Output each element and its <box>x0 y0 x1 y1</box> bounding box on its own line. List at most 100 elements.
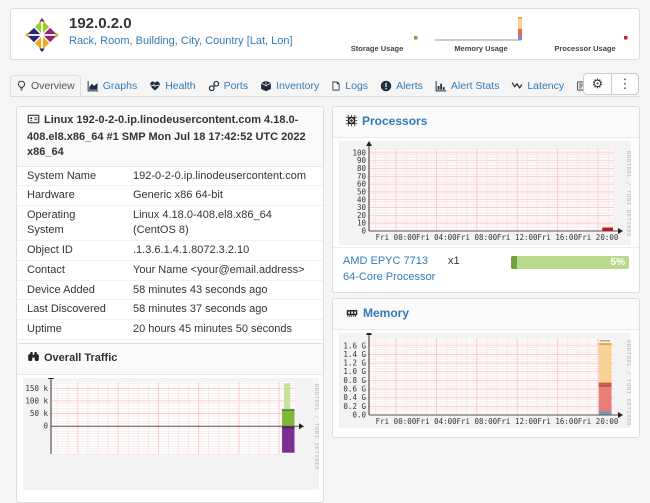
tab-overview[interactable]: Overview <box>10 75 81 97</box>
memory-icon <box>345 307 359 323</box>
heartbeat-icon <box>149 80 161 92</box>
tab-alert-stats[interactable]: Alert Stats <box>429 75 505 97</box>
system-info-row: Device Added58 minutes 43 seconds ago <box>17 280 323 300</box>
system-info-row: Uptime20 hours 45 minutes 50 seconds <box>17 320 323 340</box>
device-header-card: 192.0.2.0 Rack, Room, Building, City, Co… <box>10 8 640 60</box>
tab-label: Overview <box>31 80 75 92</box>
cpu-count: x1 <box>448 255 460 267</box>
svg-text:1.2 G: 1.2 G <box>343 359 366 368</box>
cpu-usage-fill <box>511 256 517 269</box>
info-label: Object ID <box>17 240 123 260</box>
memory-panel: Memory 1.6 G1.4 G1.2 G1.0 G0.8 G0.6 G0.4… <box>332 298 640 438</box>
info-label: Uptime <box>17 320 123 340</box>
bar-chart-icon <box>435 80 447 92</box>
info-label: Operating System <box>17 206 123 241</box>
svg-text:100 k: 100 k <box>25 396 48 405</box>
svg-text:Fri 08:00: Fri 08:00 <box>456 417 497 426</box>
system-info-row: System Name192-0-2-0.ip.linodeuserconten… <box>17 167 323 186</box>
traffic-panel-heading: Overall Traffic <box>17 344 323 375</box>
svg-text:Fri 16:00: Fri 16:00 <box>537 417 578 426</box>
svg-text:0.8 G: 0.8 G <box>343 376 366 385</box>
cpu-usage-label: 5% <box>611 256 625 269</box>
info-label: Device Added <box>17 280 123 300</box>
cpu-name-link[interactable]: AMD EPYC 7713 <box>343 255 428 267</box>
system-info-row: HardwareGeneric x86 64-bit <box>17 186 323 206</box>
processors-panel: Processors 1009080706050403020100Fri 00:… <box>332 106 640 293</box>
tab-bar: Overview Graphs Health Ports Inventory Logs Al… <box>10 72 640 97</box>
svg-text:Fri 08:00: Fri 08:00 <box>456 233 497 242</box>
info-value: Generic x86 64-bit <box>123 186 323 206</box>
sparkline-storage[interactable]: Storage Usage <box>329 14 425 53</box>
svg-text:1.6 G: 1.6 G <box>343 341 366 350</box>
overall-traffic-panel: Overall Traffic 150 k100 k50 k0RRDTOOL /… <box>16 343 324 503</box>
info-value: 58 minutes 37 seconds ago <box>123 300 323 320</box>
file-icon <box>331 80 341 92</box>
processors-panel-heading: Processors <box>333 107 639 138</box>
sparkline-memory[interactable]: Memory Usage <box>433 14 529 53</box>
info-value: Your Name <your@email.address> <box>123 260 323 280</box>
svg-text:1.4 G: 1.4 G <box>343 350 366 359</box>
gear-icon: ⚙ <box>592 76 604 91</box>
system-info-row: Operating SystemLinux 4.18.0-408.el8.x86… <box>17 206 323 241</box>
memory-panel-title: Memory <box>363 306 409 320</box>
info-value: Linux 4.18.0-408.el8.x86_64 (CentOS 8) <box>123 206 323 241</box>
tab-label: Alerts <box>396 80 423 92</box>
device-actions-group: ⚙ ⋮ <box>583 73 639 95</box>
memory-graph[interactable]: 1.6 G1.4 G1.2 G1.0 G0.8 G0.6 G0.4 G0.2 G… <box>333 330 639 430</box>
processors-graph[interactable]: 1009080706050403020100Fri 00:00Fri 04:00… <box>333 138 639 247</box>
info-label: Hardware <box>17 186 123 206</box>
svg-text:Fri 00:00: Fri 00:00 <box>376 233 417 242</box>
system-info-row: Last Discovered58 minutes 37 seconds ago <box>17 300 323 320</box>
sparkline-processor[interactable]: Processor Usage <box>537 14 633 53</box>
line-chart-icon <box>511 80 523 92</box>
info-label: System Name <box>17 167 123 186</box>
tab-label: Graphs <box>103 80 137 92</box>
svg-text:RRDTOOL / TOBI OETIKER: RRDTOOL / TOBI OETIKER <box>313 384 319 470</box>
overall-traffic-graph[interactable]: 150 k100 k50 k0RRDTOOL / TOBI OETIKER <box>17 375 323 492</box>
tab-label: Ports <box>224 80 249 92</box>
sparkline-label: Processor Usage <box>537 44 633 53</box>
svg-text:Fri 12:00: Fri 12:00 <box>497 417 538 426</box>
area-chart-icon <box>87 80 99 92</box>
svg-text:Fri 20:00: Fri 20:00 <box>578 233 619 242</box>
svg-text:Fri 04:00: Fri 04:00 <box>416 233 457 242</box>
info-value: 192-0-2-0.ip.linodeusercontent.com <box>123 167 323 186</box>
info-label: Contact <box>17 260 123 280</box>
system-description: Linux 192-0-2-0.ip.linodeusercontent.com… <box>27 114 306 158</box>
svg-text:RRDTOOL / TOBI OETIKER: RRDTOOL / TOBI OETIKER <box>625 340 631 426</box>
header-usage-sparklines: Storage Usage Memory Usage Processor Usage <box>329 14 633 53</box>
processors-panel-title: Processors <box>362 114 427 128</box>
svg-text:50 k: 50 k <box>30 409 49 418</box>
device-title: 192.0.2.0 <box>69 15 293 32</box>
tab-label: Latency <box>527 80 564 92</box>
settings-button[interactable]: ⚙ <box>584 74 611 94</box>
lightbulb-icon <box>16 80 27 92</box>
system-info-row: ContactYour Name <your@email.address> <box>17 260 323 280</box>
tab-latency[interactable]: Latency <box>505 75 570 97</box>
cpu-subtitle-link[interactable]: 64-Core Processor <box>343 271 435 283</box>
tab-label: Inventory <box>276 80 319 92</box>
tab-health[interactable]: Health <box>143 75 201 97</box>
tab-inventory[interactable]: Inventory <box>254 75 325 97</box>
device-location-link[interactable]: Rack, Room, Building, City, Country [Lat… <box>69 35 293 47</box>
system-panel-heading: Linux 192-0-2-0.ip.linodeusercontent.com… <box>17 107 323 167</box>
kebab-icon: ⋮ <box>619 76 632 91</box>
cpu-row: AMD EPYC 7713 x1 64-Core Processor 5% <box>333 247 639 292</box>
more-menu-button[interactable]: ⋮ <box>611 74 638 94</box>
tab-graphs[interactable]: Graphs <box>81 75 143 97</box>
sparkline-label: Storage Usage <box>329 44 425 53</box>
svg-text:0.4 G: 0.4 G <box>343 393 366 402</box>
alert-circle-icon <box>380 80 392 92</box>
svg-text:Fri 00:00: Fri 00:00 <box>376 417 417 426</box>
tab-ports[interactable]: Ports <box>202 75 255 97</box>
info-value: 20 hours 45 minutes 50 seconds <box>123 320 323 340</box>
tab-alerts[interactable]: Alerts <box>374 75 429 97</box>
info-value: 58 minutes 43 seconds ago <box>123 280 323 300</box>
tab-logs[interactable]: Logs <box>325 75 374 97</box>
binoculars-icon <box>27 350 40 368</box>
cube-icon <box>260 80 272 92</box>
system-info-row: Object ID.1.3.6.1.4.1.8072.3.2.10 <box>17 240 323 260</box>
info-value: .1.3.6.1.4.1.8072.3.2.10 <box>123 240 323 260</box>
svg-text:0: 0 <box>361 227 366 236</box>
svg-text:0.2 G: 0.2 G <box>343 402 366 411</box>
